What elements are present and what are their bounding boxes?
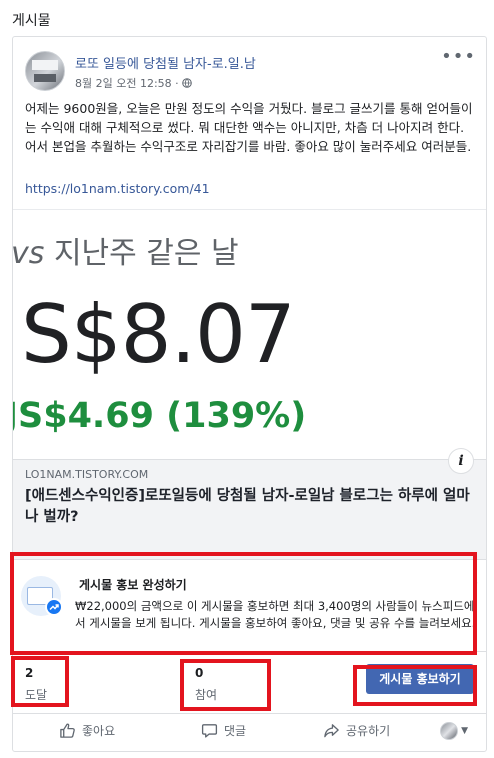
thumbs-up-icon <box>60 723 75 738</box>
post-body-text: 어제는 9600원을, 오늘은 만원 정도의 수익을 거뒀다. 블로그 글쓰기를… <box>25 101 473 154</box>
timestamp-text[interactable]: 8월 2일 오전 12:58 · <box>75 75 179 91</box>
author-name[interactable]: 로또 일등에 당첨될 남자-로.일.남 <box>75 53 256 72</box>
share-button[interactable]: 공유하기 <box>323 722 390 739</box>
share-icon <box>324 724 339 738</box>
engagement-label: 참여 <box>195 688 218 702</box>
reach-stat[interactable]: 2 도달 <box>25 666 47 703</box>
boost-post-button[interactable]: 게시물 홍보하기 <box>366 664 474 694</box>
preview-big-value: S$8.07 <box>21 288 296 381</box>
globe-icon <box>181 78 192 88</box>
page-section-title: 게시물 <box>12 13 51 29</box>
comment-label: 댓글 <box>224 724 247 738</box>
engagement-stat[interactable]: 0 참여 <box>195 666 217 703</box>
post-stats-row: 2 도달 0 참여 게시물 홍보하기 <box>13 651 486 713</box>
like-button[interactable]: 좋아요 <box>59 722 115 739</box>
link-title[interactable]: [애드센스수익인증]로또일등에 당첨될 남자-로일남 블로그는 하루에 얼마나 … <box>25 486 480 528</box>
author-avatar[interactable] <box>25 51 65 91</box>
boost-completion-panel[interactable]: 게시물 홍보 완성하기 ₩22,000의 금액으로 이 게시물을 홍보하면 최대… <box>13 559 486 651</box>
reach-label: 도달 <box>25 688 48 702</box>
boost-illustration-icon <box>21 576 63 616</box>
info-icon[interactable]: i <box>448 448 474 474</box>
post-actions-bar: 좋아요 댓글 공유하기 ▼ <box>13 713 486 751</box>
link-domain: LO1NAM.TISTORY.COM <box>25 468 149 481</box>
post-card: 로또 일등에 당첨될 남자-로.일.남 8월 2일 오전 12:58 · •••… <box>12 36 487 752</box>
preview-vs-prefix: vs <box>13 236 45 271</box>
preview-vs-text: 지난주 같은 날 <box>53 236 239 271</box>
comment-button[interactable]: 댓글 <box>201 722 246 739</box>
post-link[interactable]: https://lo1nam.tistory.com/41 <box>25 181 210 196</box>
more-options-button[interactable]: ••• <box>441 48 476 66</box>
profile-avatar <box>440 722 459 740</box>
link-preview-meta[interactable]: i LO1NAM.TISTORY.COM [애드센스수익인증]로또일등에 당첨될… <box>13 448 486 559</box>
comment-icon <box>201 724 218 738</box>
boost-panel-title: 게시물 홍보 완성하기 <box>79 578 187 592</box>
chevron-right-icon[interactable]: › <box>474 576 478 589</box>
trend-up-icon <box>49 604 59 611</box>
share-label: 공유하기 <box>346 724 391 738</box>
post-timestamp: 8월 2일 오전 12:58 · <box>75 75 192 91</box>
like-label: 좋아요 <box>82 724 116 738</box>
reach-value: 2 <box>25 666 34 680</box>
audience-selector[interactable]: ▼ <box>440 722 468 740</box>
caret-down-icon: ▼ <box>461 726 468 736</box>
engagement-value: 0 <box>195 666 204 680</box>
boost-panel-description: ₩22,000의 금액으로 이 게시물을 홍보하면 최대 3,400명의 사람들… <box>75 599 476 630</box>
preview-comparison-text: vs 지난주 같은 날 <box>13 228 239 272</box>
preview-change-value: JS$4.69 (139%) <box>13 396 307 436</box>
